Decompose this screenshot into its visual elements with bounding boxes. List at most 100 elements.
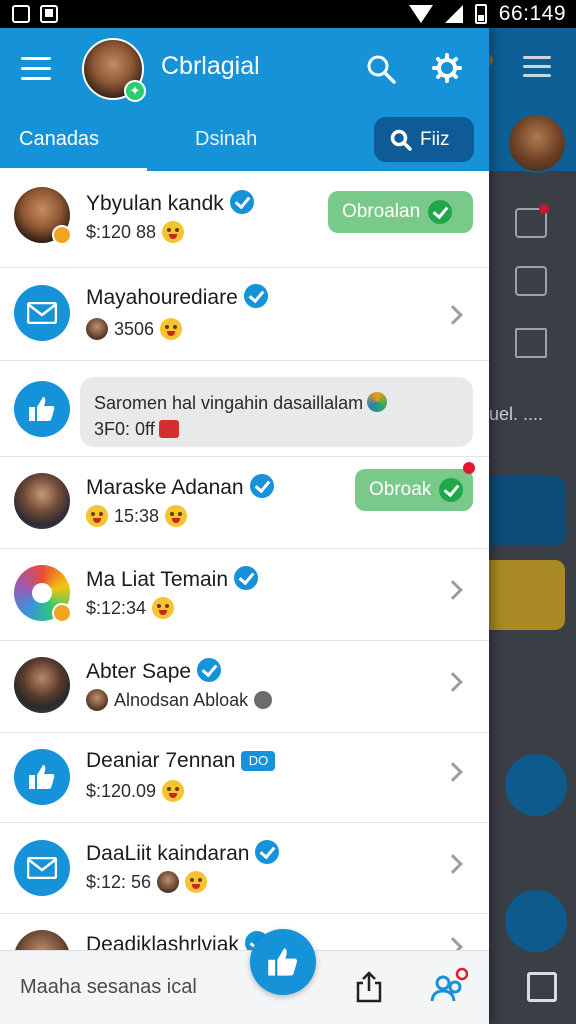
- contact-name: Ma Liat Temain: [86, 568, 229, 591]
- tab-dsinah[interactable]: Dsinah: [195, 128, 257, 151]
- navigation-drawer: ✦ Cbrlagial Canadas Dsinah Fiiz Ybyulan …: [0, 28, 489, 1024]
- check-icon: [428, 200, 453, 224]
- contact-name: Abter Sape: [86, 660, 192, 683]
- search-icon[interactable]: [366, 54, 396, 84]
- background-snippet: uel. ....: [489, 404, 544, 424]
- signal-icon: [444, 5, 463, 23]
- contact-subtitle: Alnodsan Abloak: [114, 689, 249, 710]
- contact-name: Deaniar 7ennan: [86, 749, 236, 772]
- thumbs-up-icon: [29, 765, 55, 789]
- verified-icon: [234, 566, 259, 590]
- thumbs-up-icon: [29, 397, 55, 421]
- list-item[interactable]: Saromen hal vingahin dasaillalam 3F0: 0f…: [0, 361, 489, 457]
- contact-name: Ybyulan kandk: [86, 192, 224, 215]
- list-item[interactable]: DaaLiit kaindaran $:12: 56: [0, 823, 489, 914]
- contact-name-row: Maraske Adanan: [86, 474, 274, 500]
- like-fab-button[interactable]: [250, 929, 316, 995]
- filter-search-icon: [390, 129, 412, 151]
- contact-name-row: Deaniar 7ennan DO: [86, 749, 276, 773]
- contact-subtitle-row: $:12:34: [86, 597, 175, 619]
- filter-label: Fiiz: [420, 128, 450, 150]
- profile-badge-icon: ✦: [124, 80, 146, 102]
- list-item[interactable]: Abter Sape Alnodsan Abloak: [0, 641, 489, 733]
- menu-icon[interactable]: [21, 57, 51, 87]
- filter-button[interactable]: Fiiz: [374, 117, 474, 162]
- status-badge-label: Obroak: [369, 479, 432, 500]
- bottom-bar-text[interactable]: Maaha sesanas ical: [20, 976, 197, 999]
- like-avatar: [14, 381, 70, 437]
- notification-dot: [463, 462, 475, 474]
- share-icon[interactable]: [355, 971, 383, 1003]
- list-item[interactable]: Maraske Adanan 15:38 Obroak: [0, 457, 489, 549]
- list-item[interactable]: Ybyulan kandk $:120 88 Obroalan: [0, 171, 489, 268]
- background-avatar: [507, 113, 567, 173]
- contact-subtitle-row: Alnodsan Abloak: [86, 689, 273, 711]
- contact-name-row: Abter Sape: [86, 658, 222, 684]
- avatar-badge-icon: [52, 225, 72, 245]
- message-bubble[interactable]: Saromen hal vingahin dasaillalam 3F0: 0f…: [80, 377, 473, 447]
- emoji-icon: [86, 505, 108, 527]
- contact-name: Maraske Adanan: [86, 476, 244, 499]
- people-icon[interactable]: [428, 967, 468, 1005]
- background-home-icon: [515, 328, 547, 358]
- chevron-right-icon[interactable]: [443, 762, 463, 782]
- contact-subtitle: $:120.09: [86, 780, 157, 801]
- contact-name-row: Ma Liat Temain: [86, 566, 259, 592]
- emoji-icon: [162, 221, 185, 243]
- status-badge[interactable]: Obroalan: [328, 191, 473, 233]
- contact-subtitle: $:12:34: [86, 597, 147, 618]
- avatar: [14, 565, 72, 623]
- bottom-bar: Maaha sesanas ical: [0, 929, 489, 1024]
- thumbs-up-icon: [268, 948, 297, 976]
- bubble-text-line1: Saromen hal vingahin dasaillalam: [94, 393, 364, 413]
- sticker-icon: [367, 392, 388, 412]
- avatar: [14, 187, 72, 245]
- background-app[interactable]: uel. ....: [481, 28, 576, 1024]
- app-notification-icon: [40, 5, 58, 23]
- list-item[interactable]: Mayahourediare 3506: [0, 268, 489, 361]
- chevron-right-icon[interactable]: [443, 672, 463, 692]
- verified-icon: [249, 474, 274, 498]
- emoji-icon: [152, 597, 175, 619]
- status-time: 66:149: [498, 2, 566, 25]
- contact-list: Ybyulan kandk $:120 88 Obroalan Mayahour…: [0, 171, 489, 986]
- verified-icon: [255, 840, 280, 864]
- mini-avatar: [86, 689, 108, 711]
- verified-icon: [243, 284, 268, 308]
- background-action-circle: [505, 754, 567, 816]
- chevron-right-icon[interactable]: [443, 854, 463, 874]
- emoji-icon: [185, 871, 208, 893]
- contact-name-row: Ybyulan kandk: [86, 190, 254, 216]
- like-avatar: [14, 749, 70, 805]
- tag-badge: DO: [241, 751, 276, 771]
- status-badge-label: Obroalan: [342, 201, 421, 222]
- avatar-badge-icon: [52, 603, 72, 623]
- status-bar: 66:149: [0, 0, 576, 28]
- mail-avatar: [14, 285, 70, 341]
- contact-subtitle: $:12: 56: [86, 871, 152, 892]
- contact-subtitle: 3506: [114, 318, 155, 339]
- background-menu-icon: [523, 56, 551, 83]
- background-checkbox-icon: [527, 972, 557, 1002]
- background-card-yellow: [489, 560, 565, 630]
- list-item[interactable]: Deaniar 7ennan DO $:120.09: [0, 733, 489, 823]
- mini-avatar: [157, 871, 180, 893]
- avatar: [14, 473, 70, 529]
- contact-subtitle-row: $:120.09: [86, 780, 185, 802]
- profile-avatar[interactable]: ✦: [82, 38, 146, 102]
- status-badge[interactable]: Obroak: [355, 469, 473, 511]
- chevron-right-icon[interactable]: [443, 580, 463, 600]
- list-item[interactable]: Ma Liat Temain $:12:34: [0, 549, 489, 641]
- background-chat-circle: [505, 890, 567, 952]
- contact-name: Mayahourediare: [86, 286, 238, 309]
- notification-icon: [12, 5, 30, 23]
- bubble-text-line2: 3F0: 0ff: [94, 419, 155, 439]
- battery-icon: [474, 4, 487, 24]
- tab-canadas[interactable]: Canadas: [19, 128, 99, 151]
- contact-name-row: Mayahourediare: [86, 284, 268, 310]
- chevron-right-icon[interactable]: [443, 305, 463, 325]
- contact-subtitle-row: $:12: 56: [86, 871, 208, 893]
- contact-name: DaaLiit kaindaran: [86, 842, 250, 865]
- gear-icon[interactable]: [432, 53, 462, 83]
- verified-icon: [229, 190, 254, 214]
